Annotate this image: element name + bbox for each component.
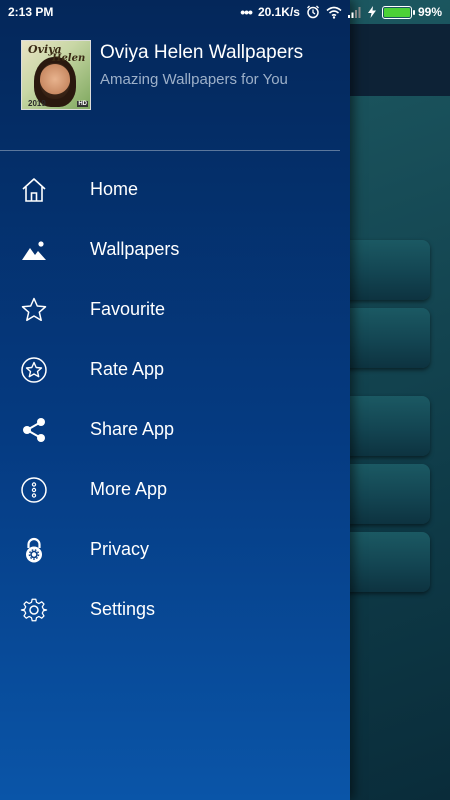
alarm-icon <box>307 5 319 19</box>
navigation-drawer: Oviya Helen 2019 HD Oviya Helen Wallpape… <box>0 0 350 800</box>
menu-item-home[interactable]: Home <box>0 160 350 220</box>
network-speed: 20.1K/s <box>257 5 300 19</box>
status-time: 2:13 PM <box>8 5 54 19</box>
battery-percent: 99% <box>417 5 442 19</box>
app-thumbnail: Oviya Helen 2019 HD <box>21 40 91 110</box>
more-dots-icon: ••• <box>240 4 253 20</box>
header-divider <box>0 150 340 151</box>
menu-label-settings: Settings <box>90 599 156 619</box>
menu-item-favourite[interactable]: Favourite <box>0 280 350 340</box>
battery-icon <box>381 5 415 19</box>
status-bar: 2:13 PM ••• 20.1K/s 99% <box>0 0 450 24</box>
image-icon <box>20 236 48 264</box>
more-vert-circle-icon <box>20 476 48 504</box>
lock-icon <box>20 536 48 564</box>
menu-label-favourite: Favourite <box>90 299 166 319</box>
thumbnail-year: 2019 <box>28 99 46 108</box>
battery-level <box>383 7 410 17</box>
star-icon <box>20 296 48 324</box>
menu-label-home: Home <box>90 179 139 199</box>
menu-label-wallpapers: Wallpapers <box>90 239 180 259</box>
menu-label-privacy: Privacy <box>90 539 150 559</box>
menu-item-wallpapers[interactable]: Wallpapers <box>0 220 350 280</box>
menu-item-settings[interactable]: Settings <box>0 580 350 640</box>
thumbnail-text-line2: Helen <box>52 53 86 64</box>
wifi-icon <box>326 6 342 19</box>
menu-item-share-app[interactable]: Share App <box>0 400 350 460</box>
home-icon <box>20 176 48 204</box>
menu-label-rate-app: Rate App <box>90 359 165 379</box>
signal-icon <box>347 7 361 18</box>
menu-item-rate-app[interactable]: Rate App <box>0 340 350 400</box>
star-circle-icon <box>20 356 48 384</box>
menu-item-more-app[interactable]: More App <box>0 460 350 520</box>
app-title: Oviya Helen Wallpapers <box>100 42 304 63</box>
charging-icon <box>367 6 376 18</box>
drawer-menu: Home Wallpapers Favourite Rate App Share… <box>0 160 350 640</box>
share-icon <box>20 416 48 444</box>
menu-item-privacy[interactable]: Privacy <box>0 520 350 580</box>
menu-label-more-app: More App <box>90 479 168 499</box>
drawer-header: Oviya Helen 2019 HD Oviya Helen Wallpape… <box>0 24 350 150</box>
menu-label-share-app: Share App <box>90 419 175 439</box>
gear-icon <box>20 596 48 624</box>
app-subtitle: Amazing Wallpapers for You <box>100 71 288 88</box>
thumbnail-hd-badge: HD <box>77 101 88 107</box>
